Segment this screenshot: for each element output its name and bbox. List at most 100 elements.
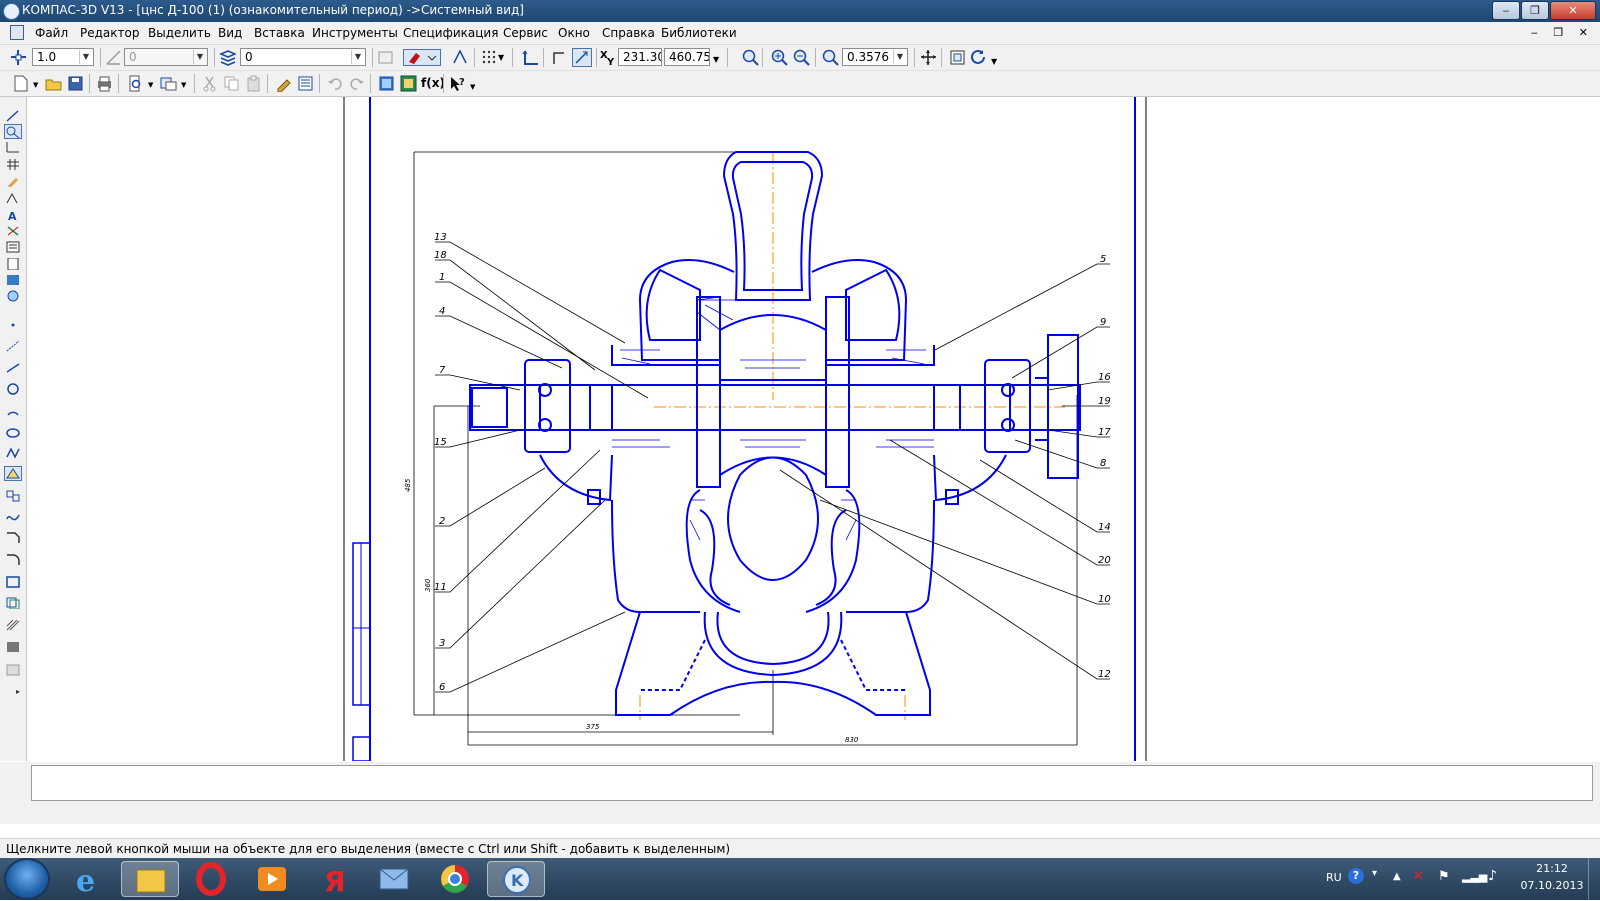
minimize-button[interactable]: ‒ <box>1492 1 1520 20</box>
property-field[interactable] <box>31 765 1593 801</box>
print-preview-icon[interactable] <box>127 75 144 92</box>
chevron-right-icon[interactable]: ▸ <box>16 687 20 696</box>
save-icon[interactable] <box>67 75 84 92</box>
menu-libraries[interactable]: Библиотеки <box>661 26 737 40</box>
ortho-icon[interactable] <box>551 49 568 66</box>
menu-view[interactable]: Вид <box>218 26 242 40</box>
help-icon[interactable]: ? <box>1348 868 1364 884</box>
menu-specification[interactable]: Спецификация <box>403 26 498 40</box>
designations-icon[interactable] <box>6 192 20 204</box>
formula-button[interactable]: f(x) <box>421 75 445 92</box>
internet-explorer-icon[interactable]: e <box>60 861 118 899</box>
pan-icon[interactable] <box>920 49 937 66</box>
menu-insert[interactable]: Вставка <box>254 26 305 40</box>
drawing-canvas[interactable]: 13 18 1 4 7 15 2 11 3 6 5 9 16 19 17 8 1… <box>27 97 1600 761</box>
step-cursor-icon[interactable] <box>10 49 27 66</box>
coord-y-field[interactable]: 460.75 <box>664 48 710 66</box>
signal-icon[interactable]: ▂▃▅ <box>1462 870 1487 883</box>
angle-field[interactable]: 0 ▼ <box>124 48 208 66</box>
rectangle-icon[interactable] <box>6 576 20 588</box>
point-icon[interactable] <box>6 319 20 331</box>
open-folder-icon[interactable] <box>45 75 62 92</box>
parametrization-icon[interactable] <box>6 158 20 170</box>
angle-icon[interactable] <box>105 49 122 66</box>
round-coords-button[interactable] <box>572 48 592 67</box>
menu-file[interactable]: Файл <box>35 26 68 40</box>
opera-icon[interactable] <box>182 861 240 897</box>
menu-editor[interactable]: Редактор <box>80 26 139 40</box>
print-icon[interactable] <box>96 75 113 92</box>
chevron-down-icon[interactable]: ▼ <box>498 49 508 66</box>
copy-properties-icon[interactable] <box>275 75 292 93</box>
zoom-field[interactable]: 0.3576 ▼ <box>842 48 908 66</box>
hatch-icon[interactable] <box>6 619 20 631</box>
undo-icon[interactable] <box>327 75 344 92</box>
edit-icon[interactable] <box>6 175 20 188</box>
chamfer-icon[interactable] <box>6 532 20 544</box>
chevron-down-icon[interactable]: ▼ <box>79 50 92 64</box>
cut-icon[interactable] <box>201 75 218 92</box>
variables-icon[interactable] <box>297 75 314 92</box>
fillet-icon[interactable] <box>6 554 20 566</box>
segment-icon[interactable] <box>6 362 20 374</box>
raster-icon[interactable] <box>6 664 20 676</box>
dimensions-icon[interactable] <box>6 141 20 153</box>
chevron-down-icon[interactable]: ▼ <box>470 83 475 91</box>
document-window-controls[interactable]: ‒ ❐ ✕ <box>1531 26 1594 39</box>
chevron-down-icon[interactable]: ▼ <box>893 50 906 64</box>
layer-icon[interactable] <box>219 49 237 66</box>
specification-icon[interactable] <box>6 257 20 271</box>
views-icon[interactable] <box>6 290 20 302</box>
snap-magnet-button[interactable] <box>403 49 441 66</box>
refresh-icon[interactable] <box>970 49 987 66</box>
local-snap-icon[interactable] <box>451 49 468 66</box>
zoom-in-icon[interactable] <box>771 49 788 66</box>
document-icon[interactable] <box>10 25 24 40</box>
kompas-app-icon[interactable] <box>3 3 20 20</box>
kompas-taskbar-icon[interactable]: K <box>487 861 545 897</box>
zoom-window-icon[interactable] <box>742 49 759 66</box>
paste-icon[interactable] <box>245 75 262 92</box>
properties-icon[interactable] <box>377 49 394 66</box>
yandex-icon[interactable]: Я <box>304 861 362 898</box>
show-desktop-button[interactable] <box>1588 858 1600 900</box>
chevron-down-icon[interactable]: ▼ <box>193 50 206 64</box>
chevron-down-icon[interactable]: ▼ <box>713 55 719 64</box>
coord-x-field[interactable]: 231.30 <box>618 48 662 66</box>
redo-icon[interactable] <box>348 75 365 92</box>
libraries-icon[interactable] <box>400 75 417 92</box>
fragment-icon[interactable] <box>6 274 20 286</box>
close-button[interactable]: ✕ <box>1550 1 1596 20</box>
drawing-svg[interactable]: 13 18 1 4 7 15 2 11 3 6 5 9 16 19 17 8 1… <box>27 97 1600 761</box>
maximize-button[interactable]: ❐ <box>1521 1 1549 20</box>
chevron-down-icon[interactable]: ▼ <box>181 81 186 89</box>
polyline-icon[interactable] <box>6 447 20 459</box>
chevron-down-icon[interactable]: ▼ <box>351 50 364 64</box>
step-field[interactable]: 1.0 ▼ <box>32 48 94 66</box>
start-button[interactable] <box>4 858 50 900</box>
clock-time[interactable]: 21:12 <box>1530 862 1574 875</box>
copy-icon[interactable] <box>223 75 240 92</box>
clock-date[interactable]: 07.10.2013 <box>1520 879 1584 892</box>
help-pointer-icon[interactable]: ? <box>449 75 466 92</box>
spline-icon[interactable] <box>6 511 20 523</box>
menu-service[interactable]: Сервис <box>503 26 548 40</box>
arc-icon[interactable] <box>6 405 20 417</box>
ellipse-icon[interactable] <box>6 427 20 439</box>
fill-icon[interactable] <box>6 641 20 653</box>
text-icon[interactable]: A <box>6 209 20 223</box>
select-icon[interactable] <box>4 124 22 139</box>
language-indicator[interactable]: RU <box>1326 871 1342 884</box>
menu-window[interactable]: Окно <box>558 26 590 40</box>
show-all-icon[interactable] <box>949 49 966 66</box>
file-explorer-icon[interactable] <box>121 861 179 897</box>
new-document-icon[interactable] <box>12 75 29 92</box>
equidistant-icon[interactable] <box>6 597 20 610</box>
grid-icon[interactable] <box>481 49 498 66</box>
geometry-icon[interactable] <box>6 110 20 122</box>
show-hidden-icons-icon[interactable]: ▲ <box>1393 871 1401 882</box>
aux-line-icon[interactable] <box>6 340 20 352</box>
report-icon[interactable] <box>6 241 20 253</box>
manager-icon[interactable] <box>160 75 177 92</box>
network-icon[interactable]: ✕ <box>1413 869 1424 884</box>
